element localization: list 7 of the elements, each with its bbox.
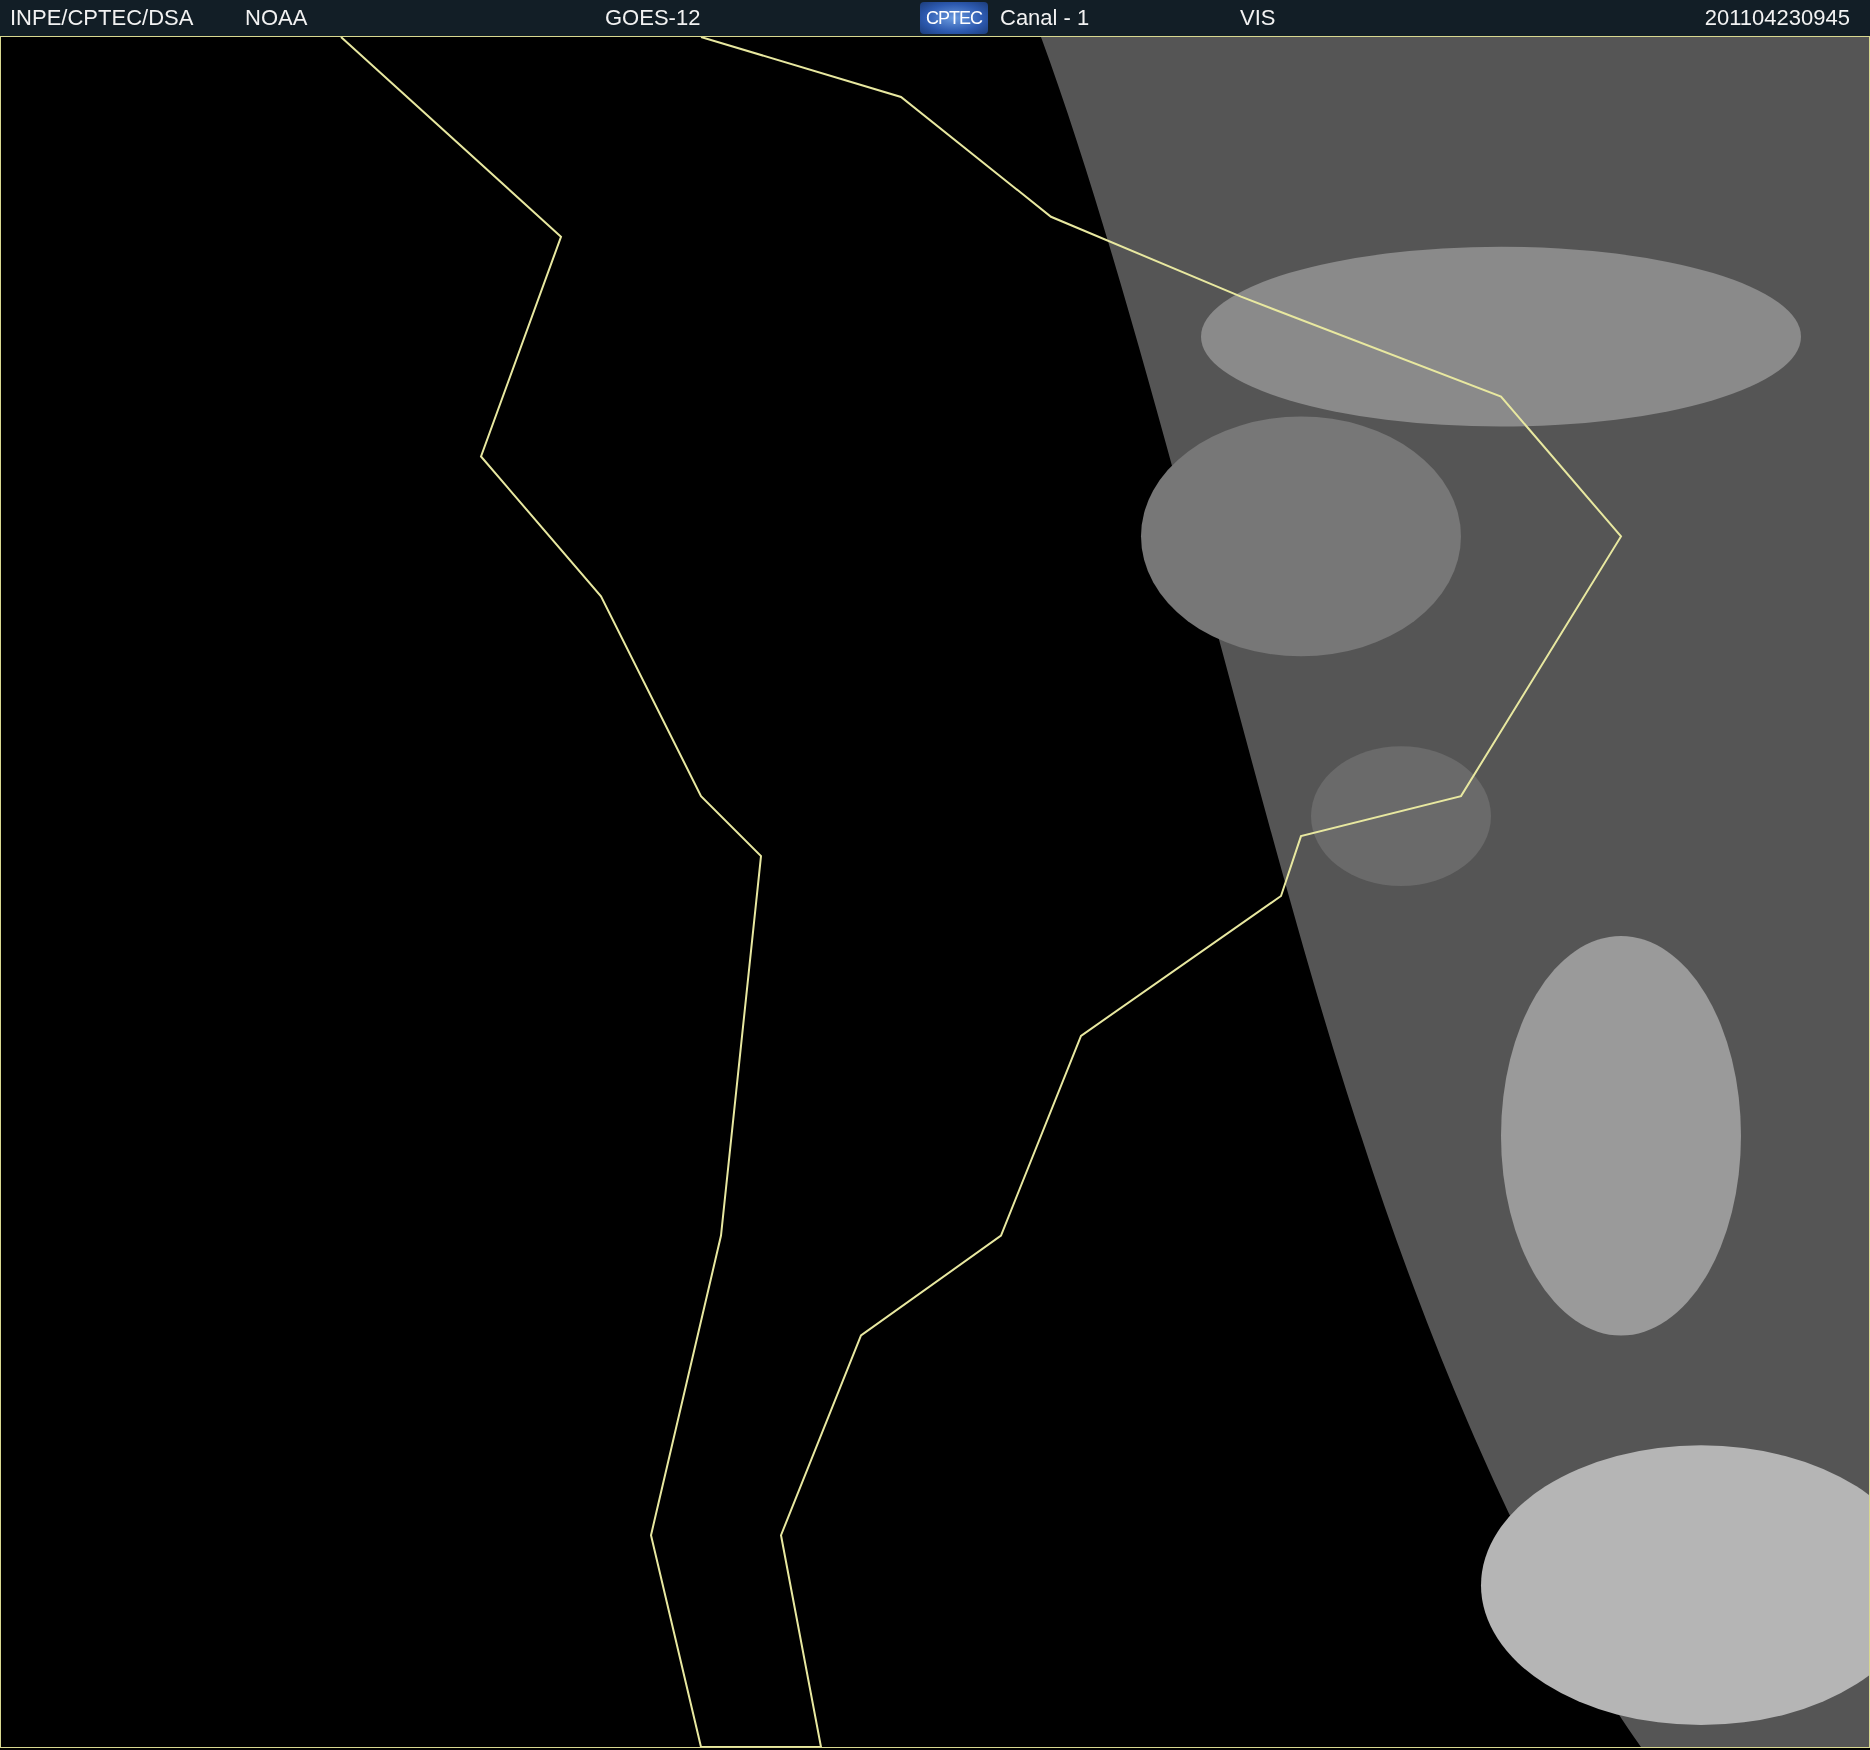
band-label: VIS xyxy=(1240,5,1276,31)
agency-label: NOAA xyxy=(245,5,308,31)
channel-label: Canal - 1 xyxy=(1000,5,1090,31)
logo: CPTEC xyxy=(920,2,988,34)
timestamp-label: 201104230945 xyxy=(1704,5,1850,31)
satellite-label: GOES-12 xyxy=(605,5,701,31)
source-label: INPE/CPTEC/DSA xyxy=(10,5,194,31)
